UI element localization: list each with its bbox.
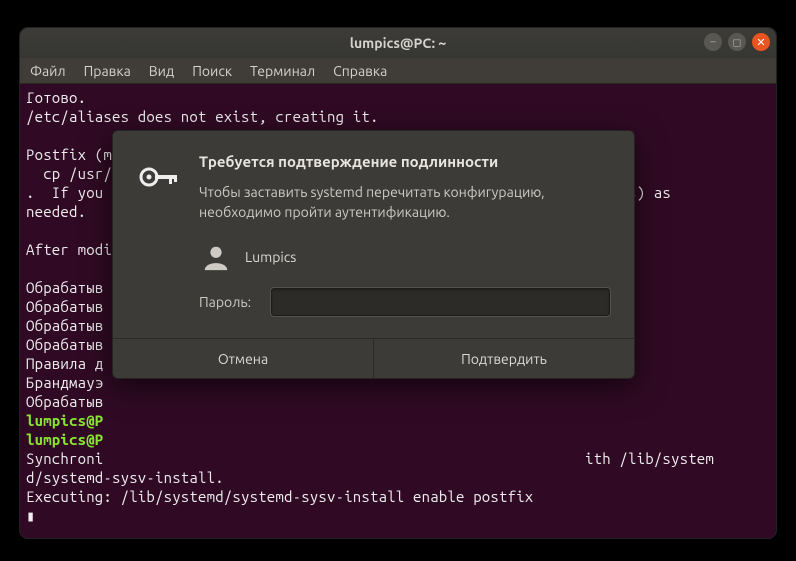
password-input[interactable] bbox=[271, 288, 610, 316]
menu-terminal[interactable]: Терминал bbox=[250, 63, 315, 79]
window-title: lumpics@PC: ~ bbox=[20, 35, 776, 51]
close-button[interactable]: ✕ bbox=[752, 33, 770, 51]
menu-file[interactable]: Файл bbox=[30, 63, 66, 79]
dialog-buttons: Отмена Подтвердить bbox=[113, 338, 634, 378]
cancel-button[interactable]: Отмена bbox=[113, 339, 373, 378]
user-icon bbox=[201, 242, 231, 272]
dialog-description: Чтобы заставить systemd перечитать конфи… bbox=[199, 182, 610, 222]
menubar: Файл Правка Вид Поиск Терминал Справка bbox=[20, 58, 776, 84]
menu-edit[interactable]: Правка bbox=[84, 63, 131, 79]
key-icon bbox=[133, 153, 181, 316]
menu-search[interactable]: Поиск bbox=[192, 63, 232, 79]
shell-prompt: lumpics@P bbox=[26, 412, 103, 429]
menu-view[interactable]: Вид bbox=[149, 63, 174, 79]
maximize-button[interactable]: ◻ bbox=[728, 33, 746, 51]
titlebar: lumpics@PC: ~ – ◻ ✕ bbox=[20, 28, 776, 58]
dialog-title: Требуется подтверждение подлинности bbox=[199, 153, 610, 170]
confirm-button[interactable]: Подтвердить bbox=[373, 339, 634, 378]
window-controls: – ◻ ✕ bbox=[704, 33, 770, 51]
menu-help[interactable]: Справка bbox=[333, 63, 387, 79]
terminal-line: Executing: /lib/systemd/systemd-sysv-ins… bbox=[26, 488, 533, 505]
shell-prompt: lumpics@P bbox=[26, 431, 103, 448]
user-row: Lumpics bbox=[201, 242, 610, 272]
terminal-line: /etc/aliases does not exist, creating it… bbox=[26, 108, 379, 125]
minimize-button[interactable]: – bbox=[704, 33, 722, 51]
password-label: Пароль: bbox=[199, 294, 257, 310]
username-label: Lumpics bbox=[245, 249, 296, 265]
auth-dialog: Требуется подтверждение подлинности Чтоб… bbox=[112, 130, 635, 379]
terminal-line: Synchroni ith /lib/system bbox=[26, 450, 714, 467]
terminal-line: Готово. bbox=[26, 89, 86, 106]
terminal-cursor: ▮ bbox=[26, 507, 35, 524]
terminal-line: d/systemd-sysv-install. bbox=[26, 469, 224, 486]
password-row: Пароль: bbox=[199, 288, 610, 316]
terminal-line: Обрабатыв bbox=[26, 393, 680, 410]
